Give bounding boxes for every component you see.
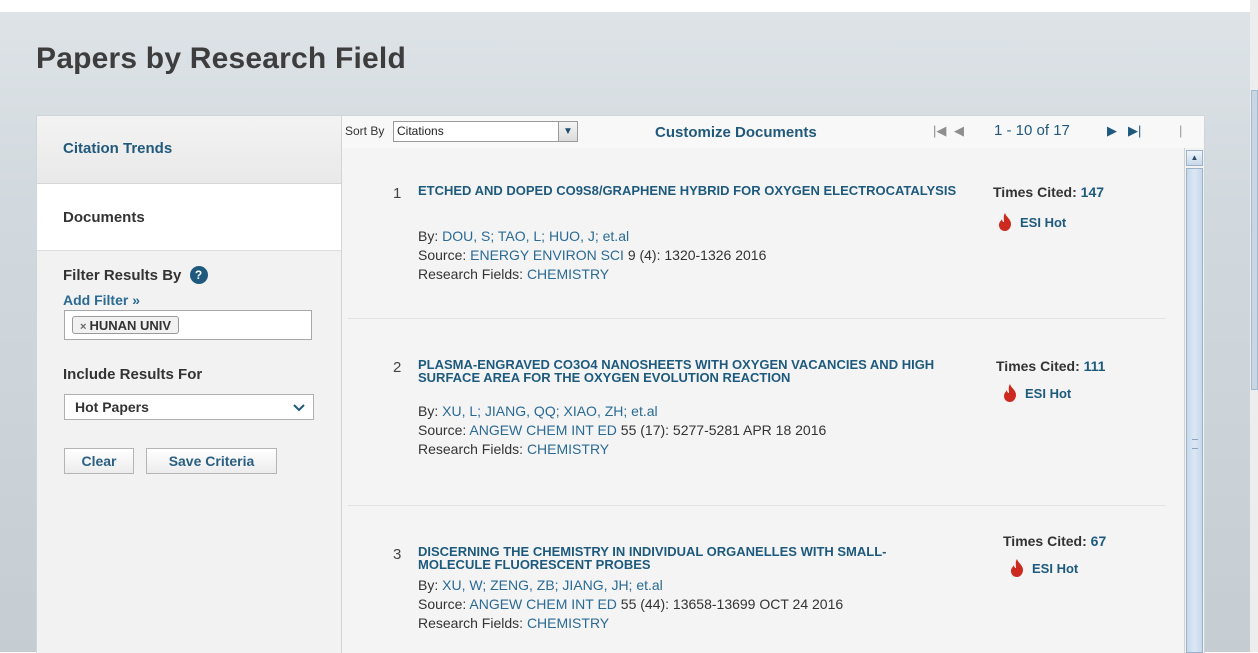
times-cited: Times Cited: 111 — [996, 358, 1105, 374]
scroll-up-icon[interactable]: ▲ — [1186, 150, 1203, 166]
source-link[interactable]: ENERGY ENVIRON SCI — [470, 247, 624, 263]
result-authors: By: XU, W; ZENG, ZB; JIANG, JH; et.al — [418, 576, 663, 595]
pagination-range: 1 - 10 of 17 — [994, 122, 1070, 139]
result-source: Source: ANGEW CHEM INT ED 55 (17): 5277-… — [418, 421, 826, 440]
result-title-link[interactable]: PLASMA-ENGRAVED CO3O4 NANOSHEETS WITH OX… — [418, 358, 958, 384]
fields-link[interactable]: CHEMISTRY — [527, 615, 609, 631]
times-cited: Times Cited: 67 — [1003, 533, 1106, 549]
authors-link[interactable]: XU, L; JIANG, QQ; XIAO, ZH; et.al — [442, 403, 658, 419]
times-cited-label: Times Cited: — [996, 358, 1080, 374]
documents-panel: Sort By Citations ▼ Customize Documents … — [341, 115, 1205, 653]
esi-hot-badge: ESI Hot — [1003, 384, 1071, 405]
times-cited-count[interactable]: 111 — [1084, 358, 1106, 374]
source-link[interactable]: ANGEW CHEM INT ED — [469, 596, 617, 612]
sort-by-select[interactable]: Citations ▼ — [393, 121, 578, 142]
source-label: Source: — [418, 422, 467, 438]
results-toolbar: Sort By Citations ▼ Customize Documents … — [342, 116, 1204, 149]
fields-label: Research Fields: — [418, 266, 524, 282]
toolbar-separator: | — [1179, 123, 1183, 138]
save-criteria-button[interactable]: Save Criteria — [146, 448, 277, 474]
filter-chip: × HUNAN UNIV — [72, 316, 180, 334]
list-item: 3 DISCERNING THE CHEMISTRY IN INDIVIDUAL… — [348, 509, 1166, 653]
result-number: 2 — [393, 359, 402, 376]
filter-chip-label: HUNAN UNIV — [89, 318, 172, 333]
fields-label: Research Fields: — [418, 441, 524, 457]
left-panel: Citation Trends Documents Filter Results… — [36, 115, 342, 653]
source-detail: 55 (44): 13658-13699 OCT 24 2016 — [620, 596, 844, 612]
help-icon[interactable]: ? — [189, 266, 208, 284]
scroll-thumb[interactable] — [1186, 168, 1203, 653]
result-source: Source: ANGEW CHEM INT ED 55 (44): 13658… — [418, 595, 843, 614]
filter-results-label: Filter Results By — [63, 267, 182, 284]
flame-icon — [998, 213, 1012, 234]
result-title-link[interactable]: ETCHED AND DOPED CO9S8/GRAPHENE HYBRID F… — [418, 184, 958, 197]
flame-icon — [1010, 559, 1024, 580]
customize-documents-link[interactable]: Customize Documents — [655, 124, 817, 141]
times-cited-count[interactable]: 67 — [1091, 533, 1107, 549]
times-cited-label: Times Cited: — [1003, 533, 1087, 549]
result-fields: Research Fields: CHEMISTRY — [418, 440, 609, 459]
fields-label: Research Fields: — [418, 615, 524, 631]
result-number: 1 — [393, 185, 402, 202]
sort-by-label: Sort By — [345, 124, 385, 138]
results-list: 1 ETCHED AND DOPED CO9S8/GRAPHENE HYBRID… — [342, 148, 1184, 653]
sort-by-value: Citations — [397, 124, 444, 138]
page-scroll-thumb[interactable] — [1251, 90, 1258, 390]
authors-link[interactable]: DOU, S; TAO, L; HUO, J; et.al — [442, 228, 629, 244]
add-filter-link[interactable]: Add Filter » — [63, 292, 140, 308]
esi-hot-badge: ESI Hot — [998, 213, 1066, 234]
result-fields: Research Fields: CHEMISTRY — [418, 614, 609, 633]
source-label: Source: — [418, 247, 467, 263]
results-scrollbar[interactable]: ▲ — [1184, 148, 1204, 653]
page-title: Papers by Research Field — [36, 42, 406, 75]
prev-page-icon[interactable]: ◀ — [954, 123, 964, 139]
source-label: Source: — [418, 596, 467, 612]
authors-link[interactable]: XU, W; ZENG, ZB; JIANG, JH; et.al — [442, 577, 663, 593]
result-authors: By: XU, L; JIANG, QQ; XIAO, ZH; et.al — [418, 402, 658, 421]
result-title-link[interactable]: DISCERNING THE CHEMISTRY IN INDIVIDUAL O… — [418, 545, 958, 571]
esi-hot-label: ESI Hot — [1020, 215, 1067, 230]
filter-results-heading: Filter Results By ? — [63, 266, 208, 284]
page-scrollbar[interactable] — [1250, 0, 1258, 652]
last-page-icon[interactable]: ▶| — [1128, 123, 1141, 139]
result-number: 3 — [393, 546, 402, 563]
close-icon[interactable]: × — [80, 321, 86, 333]
authors-label: By: — [418, 577, 439, 593]
times-cited-count[interactable]: 147 — [1081, 184, 1104, 200]
nav-citation-trends[interactable]: Citation Trends — [37, 116, 341, 184]
authors-label: By: — [418, 228, 439, 244]
filter-input[interactable]: × HUNAN UNIV — [64, 310, 312, 340]
flame-icon — [1003, 384, 1017, 405]
times-cited-label: Times Cited: — [993, 184, 1077, 200]
result-authors: By: DOU, S; TAO, L; HUO, J; et.al — [418, 227, 629, 246]
result-source: Source: ENERGY ENVIRON SCI 9 (4): 1320-1… — [418, 246, 766, 265]
chevron-down-icon — [293, 395, 305, 427]
nav-documents[interactable]: Documents — [37, 184, 341, 251]
include-results-heading: Include Results For — [63, 366, 203, 383]
chevron-down-icon: ▼ — [558, 122, 577, 141]
list-item: 2 PLASMA-ENGRAVED CO3O4 NANOSHEETS WITH … — [348, 322, 1166, 506]
include-results-value: Hot Papers — [75, 399, 149, 415]
fields-link[interactable]: CHEMISTRY — [527, 441, 609, 457]
page-background: Papers by Research Field Citation Trends… — [0, 12, 1250, 653]
include-results-select[interactable]: Hot Papers — [64, 394, 314, 420]
next-page-icon[interactable]: ▶ — [1107, 123, 1117, 139]
times-cited: Times Cited: 147 — [993, 184, 1104, 200]
esi-hot-badge: ESI Hot — [1010, 559, 1078, 580]
source-link[interactable]: ANGEW CHEM INT ED — [469, 422, 617, 438]
result-fields: Research Fields: CHEMISTRY — [418, 265, 609, 284]
first-page-icon[interactable]: |◀ — [933, 123, 946, 139]
source-detail: 9 (4): 1320-1326 2016 — [627, 247, 767, 263]
clear-button[interactable]: Clear — [64, 448, 134, 474]
esi-hot-label: ESI Hot — [1032, 561, 1079, 576]
list-item: 1 ETCHED AND DOPED CO9S8/GRAPHENE HYBRID… — [348, 148, 1166, 319]
esi-hot-label: ESI Hot — [1025, 386, 1072, 401]
source-detail: 55 (17): 5277-5281 APR 18 2016 — [620, 422, 827, 438]
fields-link[interactable]: CHEMISTRY — [527, 266, 609, 282]
grip-icon — [1192, 439, 1198, 449]
authors-label: By: — [418, 403, 439, 419]
